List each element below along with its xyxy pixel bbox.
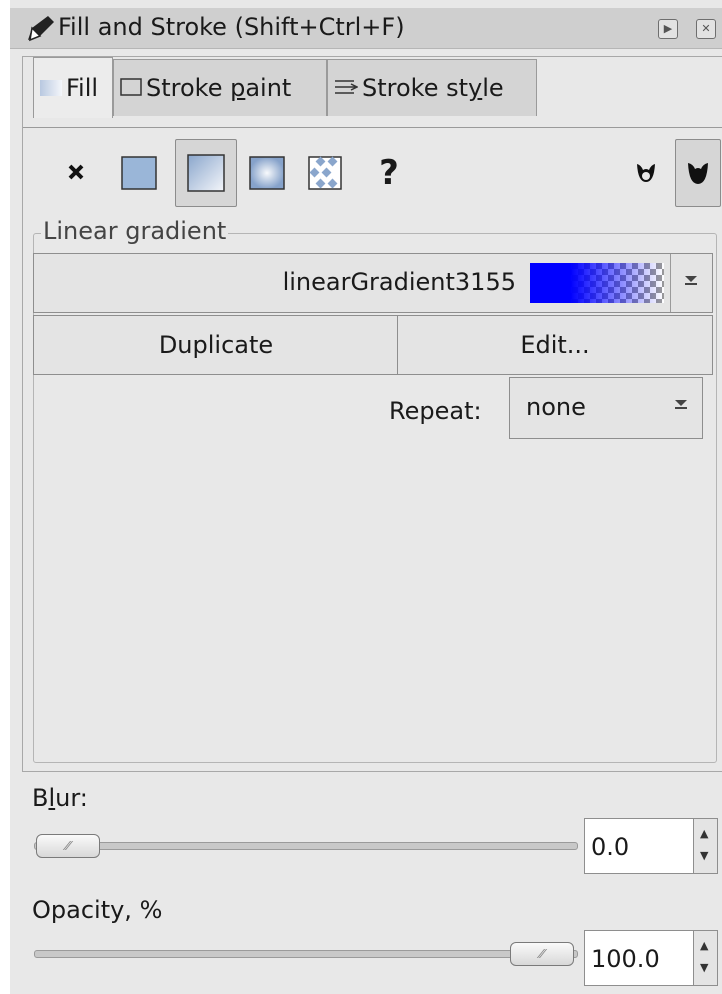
tab-stroke-style[interactable]: Stroke style	[327, 59, 537, 116]
flat-color-button[interactable]	[117, 153, 161, 193]
duplicate-button[interactable]: Duplicate	[33, 315, 399, 375]
tab-fill-label: Fill	[66, 74, 99, 102]
question-icon: ?	[379, 153, 399, 193]
opacity-slider[interactable]	[34, 950, 578, 958]
fill-icon	[40, 74, 62, 102]
blur-label: Blur:	[32, 784, 88, 812]
pattern-icon	[308, 156, 342, 190]
blur-slider-thumb[interactable]: ⁄⁄	[36, 834, 100, 858]
opacity-label: Opacity, %	[32, 896, 163, 924]
evenodd-icon	[637, 164, 655, 182]
gradient-selector[interactable]: linearGradient3155	[33, 253, 713, 313]
tab-fill[interactable]: Fill	[33, 57, 113, 118]
spin-up-icon[interactable]: ▲	[700, 939, 708, 952]
spin-down-icon[interactable]: ▼	[700, 961, 708, 974]
close-button[interactable]: ✕	[696, 19, 716, 39]
opacity-slider-thumb[interactable]: ⁄⁄	[510, 942, 574, 966]
panel-titlebar: Fill and Stroke (Shift+Ctrl+F) ▶ ✕	[10, 8, 722, 49]
stroke-paint-icon	[120, 74, 142, 102]
fill-and-stroke-panel: Fill and Stroke (Shift+Ctrl+F) ▶ ✕ Fill …	[10, 0, 722, 994]
fill-tab-content: Fill Stroke paint Stroke style ? Linear …	[22, 56, 722, 772]
pattern-button[interactable]	[303, 153, 347, 193]
panel-title: Fill and Stroke (Shift+Ctrl+F)	[58, 13, 405, 41]
fill-rule-nonzero-button[interactable]	[675, 139, 721, 207]
no-paint-button[interactable]	[59, 155, 93, 189]
nonzero-icon	[688, 163, 708, 184]
blur-spin-buttons[interactable]: ▲ ▼	[694, 818, 718, 874]
chevron-down-icon	[685, 276, 697, 285]
linear-gradient-legend: Linear gradient	[41, 217, 229, 245]
blur-spinbox[interactable]: 0.0	[584, 818, 694, 874]
gradient-name: linearGradient3155	[282, 268, 516, 296]
linear-gradient-icon	[187, 154, 225, 192]
tab-separator	[23, 127, 722, 128]
tab-stroke-style-label: Stroke style	[362, 74, 504, 102]
spin-down-icon[interactable]: ▼	[700, 849, 708, 862]
x-icon	[68, 164, 84, 180]
tab-stroke-paint-label: Stroke paint	[146, 74, 292, 102]
opacity-spinbox[interactable]: 100.0	[584, 930, 694, 986]
repeat-select[interactable]: none	[509, 377, 703, 439]
unset-paint-button[interactable]: ?	[369, 151, 409, 195]
chevron-down-icon	[675, 400, 687, 409]
blur-value: 0.0	[591, 833, 630, 861]
edit-gradient-button[interactable]: Edit...	[397, 315, 713, 375]
fill-stroke-icon	[28, 16, 54, 42]
opacity-value: 100.0	[591, 945, 660, 973]
blur-slider[interactable]	[34, 842, 578, 850]
spin-up-icon[interactable]: ▲	[700, 827, 708, 840]
linear-gradient-button[interactable]	[175, 139, 237, 207]
opacity-spin-buttons[interactable]: ▲ ▼	[694, 930, 718, 986]
iconify-button[interactable]: ▶	[658, 19, 678, 39]
repeat-value: none	[526, 393, 586, 421]
fill-rule-evenodd-button[interactable]	[629, 155, 663, 191]
radial-gradient-button[interactable]	[245, 153, 289, 193]
tab-stroke-paint[interactable]: Stroke paint	[113, 59, 327, 116]
repeat-label: Repeat:	[389, 397, 482, 425]
radial-gradient-icon	[249, 156, 285, 190]
flat-color-icon	[121, 156, 157, 190]
combo-separator	[670, 254, 671, 312]
gradient-swatch	[530, 263, 664, 303]
stroke-style-icon	[334, 74, 359, 102]
